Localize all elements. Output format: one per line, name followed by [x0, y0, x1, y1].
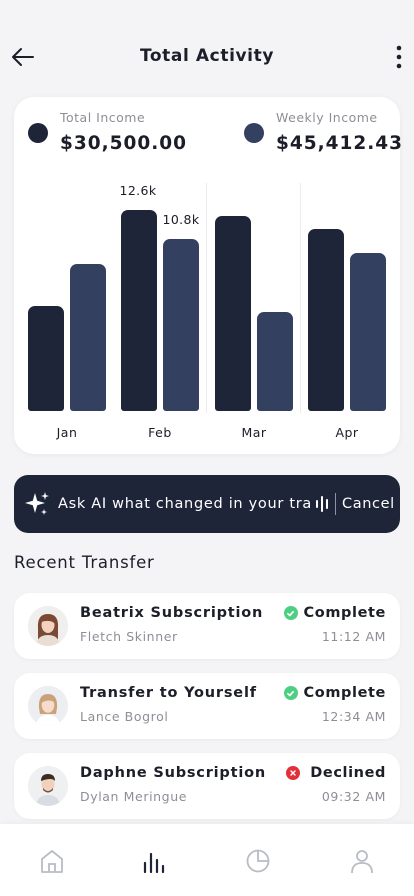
- bar-apr-total-income[interactable]: [308, 229, 344, 411]
- transfer-subtitle: Lance Bogrol: [80, 709, 169, 724]
- bottom-tab-bar: [0, 824, 414, 896]
- check-circle-icon: [283, 686, 298, 700]
- transfer-time: 12:34 AM: [321, 709, 386, 724]
- ai-assistant-bar: Ask AI what changed in your tra... Cance…: [14, 475, 400, 533]
- tab-statistics[interactable]: [243, 846, 273, 876]
- bar-data-label: 10.8k: [162, 211, 200, 227]
- transfer-title: Daphne Subscription: [80, 765, 266, 781]
- avatar: [28, 606, 68, 646]
- status-text: Complete: [303, 685, 386, 701]
- transfer-subtitle: Dylan Meringue: [80, 789, 188, 804]
- transfer-subtitle: Fletch Skinner: [80, 629, 178, 644]
- x-axis-label: Mar: [241, 425, 267, 440]
- bar-feb-weekly-income[interactable]: [163, 238, 199, 411]
- cancel-button[interactable]: Cancel: [342, 496, 395, 512]
- check-circle-icon: [283, 606, 298, 620]
- x-axis-label: Apr: [335, 425, 359, 440]
- status-badge: Complete: [283, 605, 386, 621]
- profile-icon: [351, 850, 373, 874]
- group-divider: [300, 183, 301, 413]
- bar-feb-total-income[interactable]: [121, 210, 157, 411]
- transfer-item[interactable]: Daphne Subscription Dylan Meringue Decli…: [14, 753, 400, 819]
- home-icon: [41, 850, 63, 873]
- bar-mar-weekly-income[interactable]: [257, 312, 293, 411]
- more-button[interactable]: [392, 44, 406, 70]
- status-badge: Declined: [286, 765, 386, 781]
- x-circle-icon: [286, 766, 301, 780]
- tab-profile[interactable]: [347, 846, 377, 876]
- tab-home[interactable]: [37, 846, 67, 876]
- transfer-item[interactable]: Beatrix Subscription Fletch Skinner Comp…: [14, 593, 400, 659]
- transfer-time: 11:12 AM: [321, 629, 386, 644]
- group-divider: [206, 183, 207, 413]
- page-title: Total Activity: [139, 46, 275, 66]
- x-axis-label: Jan: [56, 425, 78, 440]
- ai-prompt-input[interactable]: Ask AI what changed in your tra...: [58, 496, 310, 512]
- sparkles-icon: [25, 492, 49, 515]
- bar-jan-weekly-income[interactable]: [70, 264, 106, 411]
- bar-data-label: 12.6k: [119, 183, 157, 198]
- x-axis-label: Feb: [148, 425, 172, 440]
- status-text: Declined: [310, 765, 386, 781]
- more-vertical-icon: [396, 45, 402, 69]
- bar-mar-total-income[interactable]: [215, 216, 251, 411]
- status-badge: Complete: [283, 685, 386, 701]
- transfer-item[interactable]: Transfer to Yourself Lance Bogrol Comple…: [14, 673, 400, 739]
- avatar: [28, 766, 68, 806]
- status-text: Complete: [303, 605, 386, 621]
- bar-apr-weekly-income[interactable]: [350, 253, 386, 411]
- ai-separator: [335, 493, 336, 515]
- activity-chart-card: Total Income $30,500.00 Weekly Income $4…: [14, 97, 402, 454]
- header: Total Activity: [0, 0, 414, 100]
- bar-chart-icon: [143, 852, 165, 874]
- bar-jan-total-income[interactable]: [28, 305, 64, 411]
- section-title: Recent Transfer: [14, 553, 155, 572]
- bar-chart: Jan 12.6k 10.8k Feb Mar Apr: [14, 97, 400, 454]
- transfer-title: Beatrix Subscription: [80, 605, 264, 621]
- avatar: [28, 686, 68, 726]
- transfer-title: Transfer to Yourself: [80, 685, 257, 701]
- voice-wave-icon[interactable]: [315, 496, 329, 512]
- tab-activity[interactable]: [139, 846, 169, 876]
- transfer-time: 09:32 AM: [321, 789, 386, 804]
- pie-chart-icon: [246, 849, 270, 873]
